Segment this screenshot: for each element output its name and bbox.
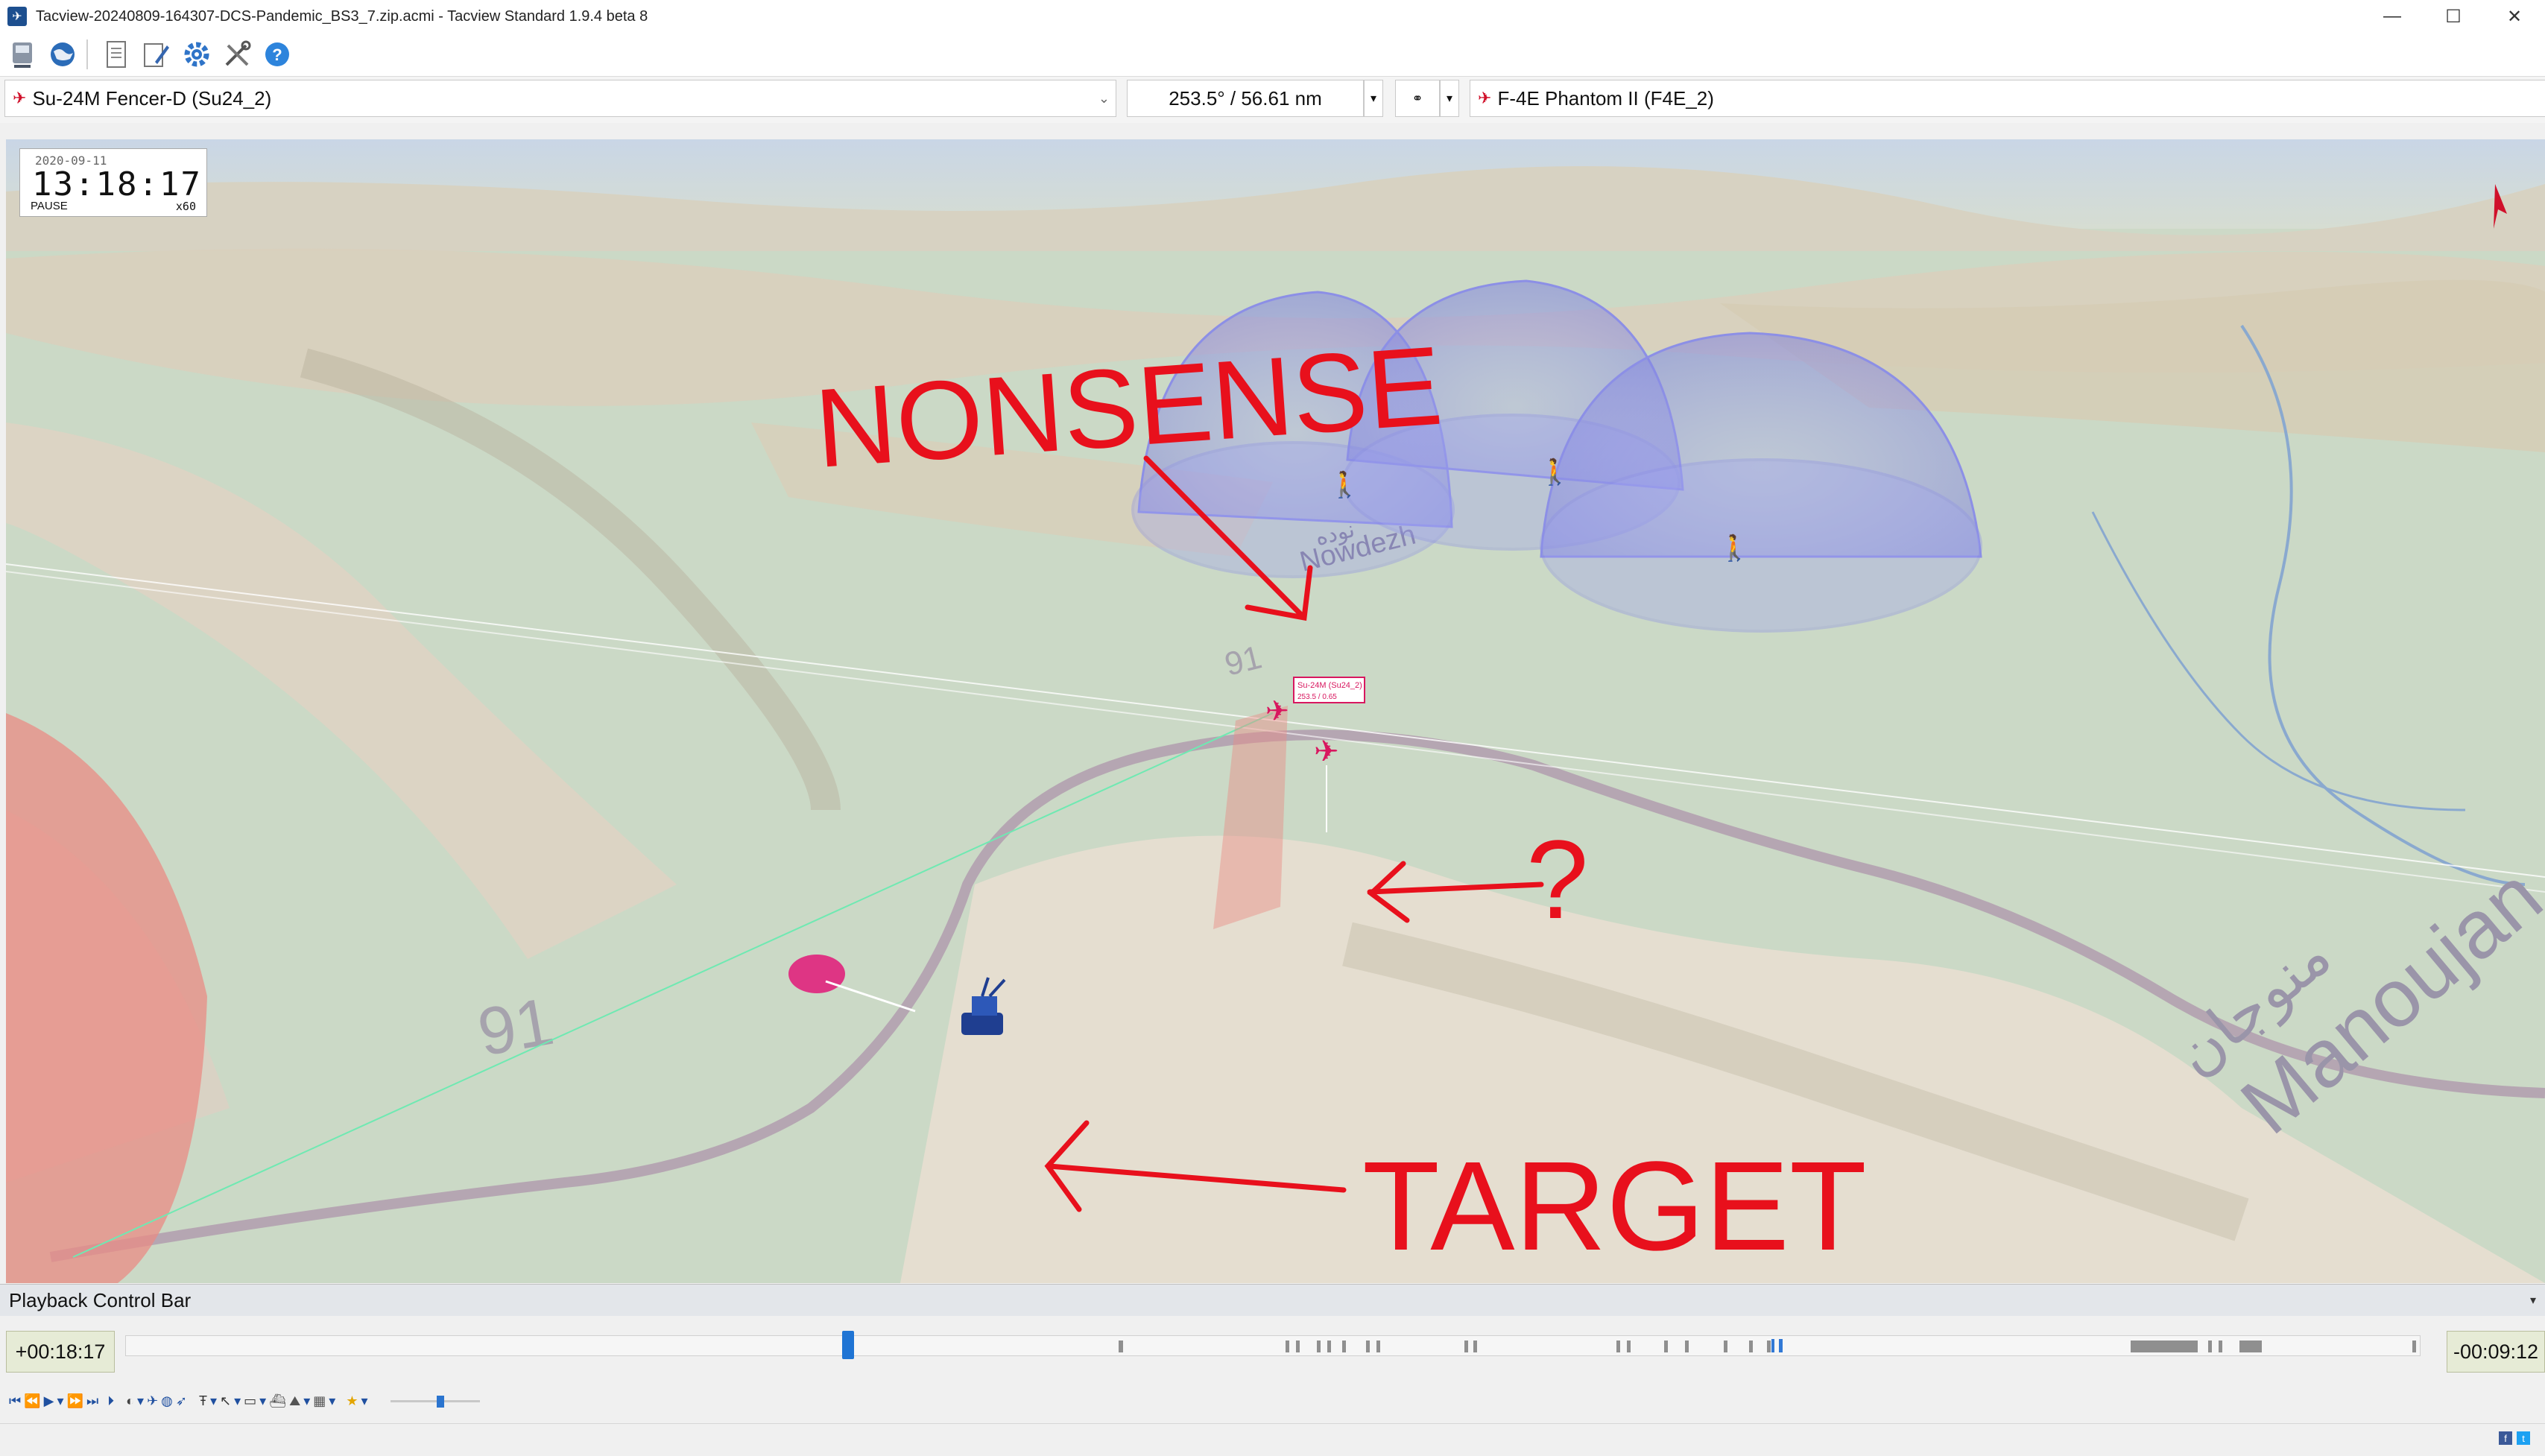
edit-icon[interactable] [139, 37, 174, 72]
remaining-time-box: -00:09:12 [2447, 1331, 2545, 1373]
terrain-scene: Nowdezh نوده Manoujan منوجان 91 91 🚶 🚶 🚶… [6, 139, 2545, 1283]
play-speed-dropdown-icon[interactable]: ▾ [57, 1390, 63, 1412]
ground-units-icon[interactable]: ▭ [244, 1390, 256, 1412]
terrain-icon[interactable]: ⛰ [289, 1390, 300, 1412]
impact-marker [788, 955, 845, 993]
annotation-question: ? [1526, 817, 1588, 942]
gear-icon[interactable] [179, 37, 215, 72]
lines-dropdown-icon[interactable]: ▾ [234, 1390, 241, 1412]
primary-object-label: Su-24M Fencer-D (Su24_2) [32, 86, 272, 110]
speed-slider-thumb[interactable] [436, 1396, 444, 1408]
svg-text:✈: ✈ [1265, 696, 1289, 727]
close-button[interactable]: ✕ [2484, 0, 2545, 33]
infantry-icon: 🚶 [1329, 470, 1360, 499]
window-title: Tacview-20240809-164307-DCS-Pandemic_BS3… [36, 7, 648, 25]
aircraft-tag-info: 253.5 / 0.65 [1297, 693, 1337, 701]
skip-to-start-icon[interactable]: ⏮ [9, 1390, 21, 1412]
svg-text:✈: ✈ [1314, 735, 1339, 768]
clock-time: 13:18:17 [32, 165, 202, 203]
primary-object-select[interactable]: ✈ Su-24M Fencer-D (Su24_2) ⌄ [4, 80, 1116, 117]
bearing-range-value: 253.5° / 56.61 nm [1169, 86, 1322, 110]
toolbar-separator [86, 39, 88, 69]
facebook-icon[interactable]: f [2499, 1431, 2512, 1445]
bearing-range-display: 253.5° / 56.61 nm [1127, 80, 1364, 117]
main-toolbar: ? [0, 33, 2545, 77]
playback-speed: x60 [175, 200, 196, 213]
remaining-time: -00:09:12 [2453, 1340, 2539, 1363]
svg-text:?: ? [272, 45, 282, 64]
link-mode-button[interactable]: ⚭ [1395, 80, 1440, 117]
timeline-row: +00:18:17 -00:09:12 [0, 1316, 2545, 1379]
chevron-down-icon: ⌄ [1098, 90, 1110, 106]
link-mode-dropdown[interactable]: ▾ [1440, 80, 1459, 117]
aircraft-filter-icon[interactable]: ✈ [147, 1390, 158, 1412]
secondary-object-label: F-4E Phantom II (F4E_2) [1497, 86, 1714, 110]
elapsed-time-box: +00:18:17 [6, 1331, 115, 1373]
globe-icon[interactable] [45, 37, 80, 72]
weapon-filter-icon[interactable]: ➶ [176, 1390, 187, 1412]
playback-state: PAUSE [31, 200, 68, 212]
playback-controls: ⏮ ⏪ ▶ ▾ ⏩ ⏭ ⏵ ◐ ▾ ✈ ◍ ➶ Ŧ ▾ ↖ ▾ ▭ ▾ ⛴ ⛰ … [0, 1379, 2545, 1423]
minimize-button[interactable]: — [2362, 0, 2423, 33]
link-icon: ⚭ [1411, 90, 1423, 106]
grid-dropdown-icon[interactable]: ▾ [329, 1390, 335, 1412]
skip-to-end-icon[interactable]: ⏭ [86, 1390, 98, 1412]
step-back-icon[interactable]: ⏪ [24, 1390, 40, 1412]
infantry-icon: 🚶 [1719, 534, 1750, 563]
globe-view-icon[interactable]: ◍ [161, 1390, 173, 1412]
terrain-dropdown-icon[interactable]: ▾ [303, 1390, 310, 1412]
next-event-icon[interactable]: ⏵ [107, 1390, 114, 1412]
aircraft-icon: ✈ [13, 89, 27, 107]
label-toggle-icon[interactable]: Ŧ [199, 1390, 207, 1412]
lines-toggle-icon[interactable]: ↖ [220, 1390, 231, 1412]
grid-icon[interactable]: ▦ [313, 1390, 326, 1412]
window-title-bar: ✈ Tacview-20240809-164307-DCS-Pandemic_B… [0, 0, 2545, 34]
play-icon[interactable]: ▶ [44, 1390, 54, 1412]
status-bar: f t [0, 1423, 2545, 1456]
3d-viewport[interactable]: Nowdezh نوده Manoujan منوجان 91 91 🚶 🚶 🚶… [6, 139, 2545, 1283]
tools-icon[interactable] [219, 37, 255, 72]
ships-icon[interactable]: ⛴ [269, 1390, 286, 1412]
aircraft-icon: ✈ [1478, 89, 1492, 107]
object-selector-bar: ✈ Su-24M Fencer-D (Su24_2) ⌄ 253.5° / 56… [0, 77, 2545, 123]
label-dropdown-icon[interactable]: ▾ [210, 1390, 217, 1412]
playback-panel-title: Playback Control Bar [9, 1288, 192, 1311]
pin-icon[interactable]: ▾ [2530, 1293, 2536, 1308]
bookmark-star-icon[interactable]: ★ [346, 1390, 358, 1412]
camera-dropdown-icon[interactable]: ▾ [137, 1390, 144, 1412]
playback-panel-header: Playback Control Bar ▾ [0, 1284, 2545, 1317]
bearing-options-dropdown[interactable]: ▾ [1364, 80, 1383, 117]
speed-slider[interactable] [390, 1390, 480, 1412]
aircraft-tag-name: Su-24M (Su24_2) [1297, 681, 1362, 690]
road-number-label: 91 [472, 984, 559, 1071]
timeline-track[interactable] [125, 1335, 2421, 1356]
speed-slider-track [390, 1400, 480, 1402]
document-icon[interactable] [98, 37, 134, 72]
timestamp-overlay: 2020-09-11 13:18:17 PAUSE x60 [19, 148, 207, 217]
timeline-scrubber[interactable] [842, 1331, 855, 1359]
annotation-target: TARGET [1362, 1136, 1867, 1277]
ground-dropdown-icon[interactable]: ▾ [259, 1390, 266, 1412]
elapsed-time: +00:18:17 [15, 1340, 106, 1363]
bookmark-dropdown-icon[interactable]: ▾ [361, 1390, 367, 1412]
camera-mode-icon[interactable]: ◐ [126, 1390, 134, 1412]
step-forward-icon[interactable]: ⏩ [67, 1390, 83, 1412]
timeline-event-markers [1119, 1339, 2416, 1352]
twitter-icon[interactable]: t [2517, 1431, 2530, 1445]
tacview-app-icon: ✈ [7, 7, 27, 26]
help-icon[interactable]: ? [259, 37, 295, 72]
infantry-icon: 🚶 [1539, 458, 1570, 487]
open-file-icon[interactable] [4, 37, 40, 72]
maximize-button[interactable]: ☐ [2423, 0, 2484, 33]
secondary-object-select[interactable]: ✈ F-4E Phantom II (F4E_2) [1470, 80, 2545, 117]
